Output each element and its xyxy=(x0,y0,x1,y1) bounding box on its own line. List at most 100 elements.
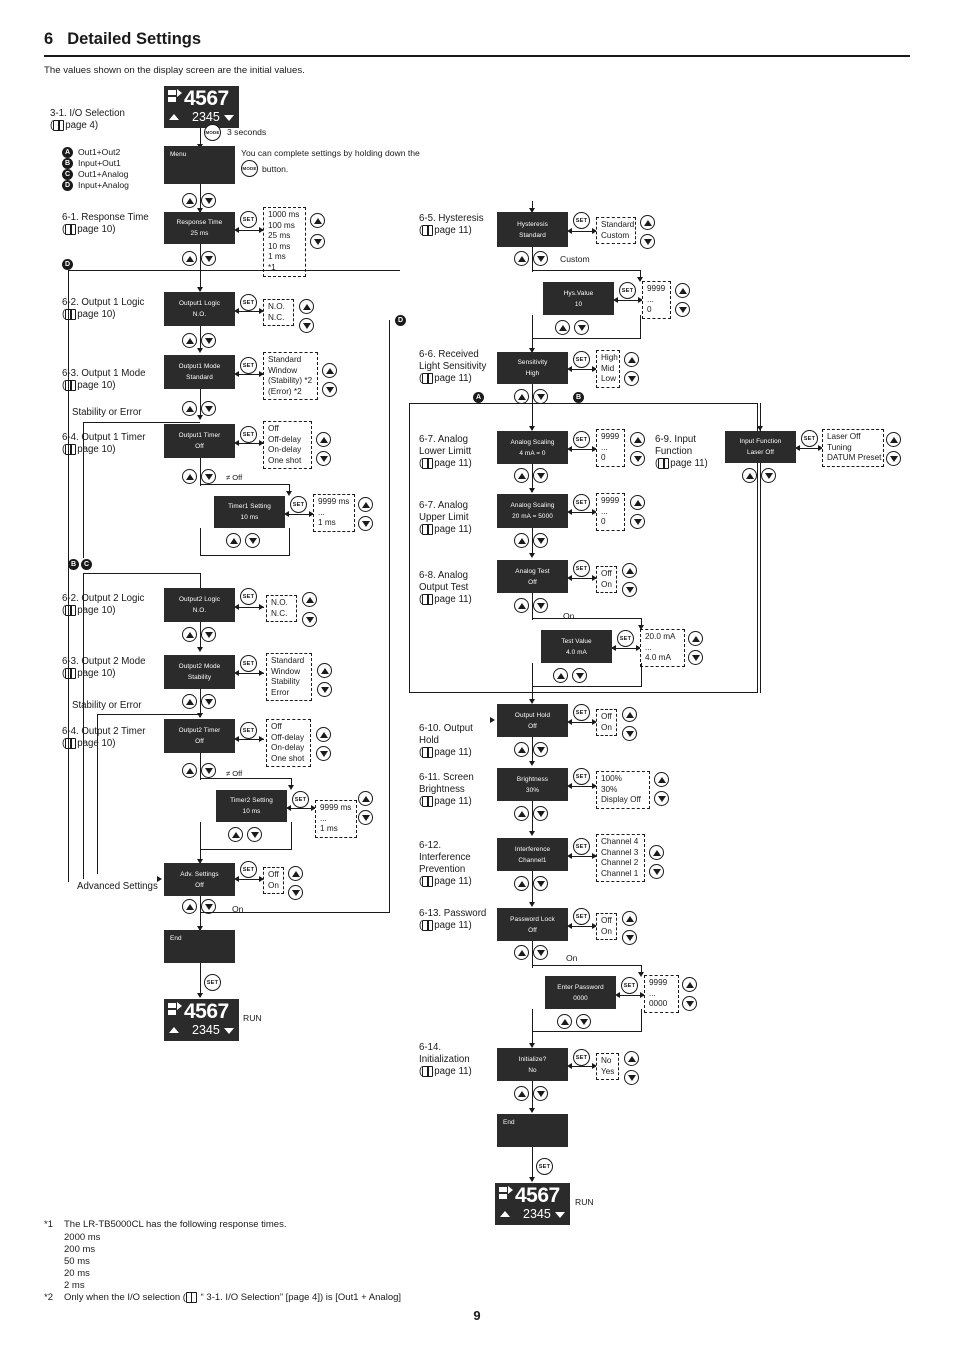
up-button-sens-next[interactable] xyxy=(514,389,529,404)
down-button-input-function[interactable] xyxy=(886,451,901,466)
down-button-sens-next[interactable] xyxy=(533,389,548,404)
up-button-timer1-next[interactable] xyxy=(226,533,241,548)
up-button-o1mode-next[interactable] xyxy=(182,401,197,416)
set-button-end-right[interactable]: SET xyxy=(536,1158,553,1175)
up-button-o2timer-next[interactable] xyxy=(182,763,197,778)
down-button-output-hold[interactable] xyxy=(622,726,637,741)
up-button-inputfn-next[interactable] xyxy=(742,468,757,483)
up-button-adv-next[interactable] xyxy=(182,899,197,914)
up-button-rt-next[interactable] xyxy=(182,251,197,266)
set-button-output2-timer[interactable]: SET xyxy=(240,722,257,739)
set-button-timer2[interactable]: SET xyxy=(292,791,309,808)
up-button-o1logic[interactable] xyxy=(299,299,314,314)
up-button-testval-next[interactable] xyxy=(553,668,568,683)
down-button-response-time-opts[interactable] xyxy=(310,234,325,249)
set-button-end-left[interactable]: SET xyxy=(204,974,221,991)
set-button-hys-value[interactable]: SET xyxy=(619,282,636,299)
mode-button[interactable]: MODE xyxy=(204,124,221,141)
up-button-enter-password[interactable] xyxy=(682,977,697,992)
down-button-analog-lower[interactable] xyxy=(630,451,645,466)
down-button-interf-next[interactable] xyxy=(533,876,548,891)
up-button-o2logic-next[interactable] xyxy=(182,627,197,642)
up-button-pass-next[interactable] xyxy=(514,945,529,960)
up-button-hys-next[interactable] xyxy=(514,251,529,266)
down-button-hys-next[interactable] xyxy=(533,251,548,266)
up-button-o1logic-next[interactable] xyxy=(182,333,197,348)
up-button-alower-next[interactable] xyxy=(514,468,529,483)
down-button-inputfn-next[interactable] xyxy=(761,468,776,483)
down-button-aupper-next[interactable] xyxy=(533,533,548,548)
set-button-output2-mode[interactable]: SET xyxy=(240,655,257,672)
down-button-timer2-next[interactable] xyxy=(247,827,262,842)
set-button-input-function[interactable]: SET xyxy=(801,430,818,447)
down-button-o1logic[interactable] xyxy=(299,318,314,333)
set-button-password[interactable]: SET xyxy=(573,908,590,925)
up-button-input-function[interactable] xyxy=(886,432,901,447)
up-button-brightness[interactable] xyxy=(654,772,669,787)
down-button-o2logic[interactable] xyxy=(302,612,317,627)
down-button-initialization[interactable] xyxy=(624,1070,639,1085)
down-button-atest-next[interactable] xyxy=(533,598,548,613)
set-button-output1-logic[interactable]: SET xyxy=(240,294,257,311)
up-button-response-time[interactable] xyxy=(182,193,197,208)
up-button-o1timer-next[interactable] xyxy=(182,469,197,484)
up-button-timer1[interactable] xyxy=(358,497,373,512)
down-button-adv[interactable] xyxy=(288,885,303,900)
set-button-enter-password[interactable]: SET xyxy=(621,977,638,994)
up-button-hysteresis[interactable] xyxy=(640,215,655,230)
set-button-adv[interactable]: SET xyxy=(240,861,257,878)
up-button-timer2[interactable] xyxy=(358,791,373,806)
down-button-brightness[interactable] xyxy=(654,791,669,806)
mode-button-inline[interactable]: MODE xyxy=(241,160,258,177)
up-button-hysval-next[interactable] xyxy=(555,320,570,335)
down-button-pass-next[interactable] xyxy=(533,945,548,960)
down-button-response-time[interactable] xyxy=(201,193,216,208)
set-button-hysteresis[interactable]: SET xyxy=(573,212,590,229)
down-button-o2timer[interactable] xyxy=(316,746,331,761)
set-button-analog-test[interactable]: SET xyxy=(573,560,590,577)
up-button-ohold-next[interactable] xyxy=(514,742,529,757)
up-button-o2mode[interactable] xyxy=(317,663,332,678)
down-button-o2mode-next[interactable] xyxy=(201,694,216,709)
up-button-interf-next[interactable] xyxy=(514,876,529,891)
set-button-initialization[interactable]: SET xyxy=(573,1049,590,1066)
down-button-timer2[interactable] xyxy=(358,810,373,825)
set-button-output-hold[interactable]: SET xyxy=(573,704,590,721)
down-button-sensitivity[interactable] xyxy=(624,371,639,386)
set-button-analog-lower[interactable]: SET xyxy=(573,431,590,448)
up-button-response-time-opts[interactable] xyxy=(310,213,325,228)
set-button-timer1[interactable]: SET xyxy=(290,496,307,513)
set-button-output1-timer[interactable]: SET xyxy=(240,426,257,443)
up-button-analog-lower[interactable] xyxy=(630,432,645,447)
down-button-timer1[interactable] xyxy=(358,516,373,531)
down-button-o2logic-next[interactable] xyxy=(201,627,216,642)
up-button-initialization[interactable] xyxy=(624,1051,639,1066)
up-button-o1mode[interactable] xyxy=(322,363,337,378)
up-button-test-value[interactable] xyxy=(688,631,703,646)
set-button-analog-upper[interactable]: SET xyxy=(573,494,590,511)
set-button-interference[interactable]: SET xyxy=(573,838,590,855)
up-button-sensitivity[interactable] xyxy=(624,352,639,367)
set-button-sensitivity[interactable]: SET xyxy=(573,351,590,368)
down-button-init-next[interactable] xyxy=(533,1086,548,1101)
up-button-enterpw-next[interactable] xyxy=(557,1014,572,1029)
up-button-password[interactable] xyxy=(622,911,637,926)
up-button-adv[interactable] xyxy=(288,866,303,881)
set-button-brightness[interactable]: SET xyxy=(573,768,590,785)
down-button-o1timer-next[interactable] xyxy=(201,469,216,484)
up-button-o2logic[interactable] xyxy=(302,592,317,607)
down-button-o2timer-next[interactable] xyxy=(201,763,216,778)
up-button-aupper-next[interactable] xyxy=(514,533,529,548)
down-button-hysteresis[interactable] xyxy=(640,234,655,249)
up-button-timer2-next[interactable] xyxy=(228,827,243,842)
up-button-analog-test[interactable] xyxy=(622,563,637,578)
up-button-analog-upper[interactable] xyxy=(630,495,645,510)
up-button-hys-value[interactable] xyxy=(675,283,690,298)
up-button-output-hold[interactable] xyxy=(622,707,637,722)
down-button-enter-password[interactable] xyxy=(682,996,697,1011)
down-button-o1mode-next[interactable] xyxy=(201,401,216,416)
down-button-analog-test[interactable] xyxy=(622,582,637,597)
set-button-output2-logic[interactable]: SET xyxy=(240,588,257,605)
down-button-bright-next[interactable] xyxy=(533,806,548,821)
set-button-test-value[interactable]: SET xyxy=(617,630,634,647)
